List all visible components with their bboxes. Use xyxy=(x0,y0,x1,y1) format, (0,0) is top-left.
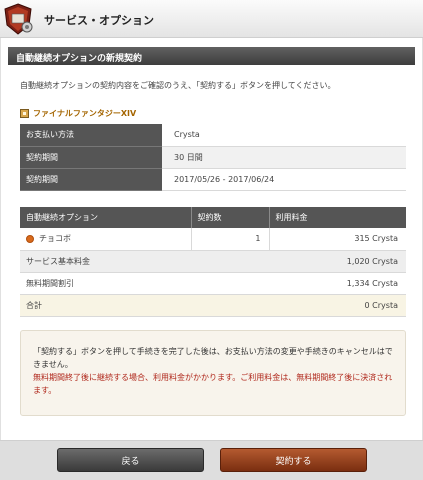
game-title-row: ファイナルファンタジーXIV xyxy=(20,107,136,119)
option-table-header: 自動継続オプション 契約数 利用料金 xyxy=(20,207,406,228)
info-row-period: 契約期間 30 日間 xyxy=(20,146,406,169)
notice-text-cancel: 「契約する」ボタンを押して手続きを完了した後は、お支払い方法の変更や手続きのキャ… xyxy=(33,347,393,369)
contract-button[interactable]: 契約する xyxy=(220,448,367,472)
total-price: 0 Crysta xyxy=(269,294,406,317)
notice-box: 「契約する」ボタンを押して手続きを完了した後は、お支払い方法の変更や手続きのキャ… xyxy=(20,330,406,416)
info-row-payment: お支払い方法 Crysta xyxy=(20,124,406,147)
column-header-count: 契約数 xyxy=(191,207,270,228)
option-row-service-fee: サービス基本料金 1,020 Crysta xyxy=(20,250,406,273)
option-item-price: 315 Crysta xyxy=(269,228,406,251)
option-row-free-deduction: 無料期間割引 1,334 Crysta xyxy=(20,272,406,295)
info-value: Crysta xyxy=(162,124,406,147)
option-table: 自動継続オプション 契約数 利用料金 チョコボ 1 315 Crysta サービ… xyxy=(20,207,406,317)
option-bullet-icon xyxy=(26,234,34,243)
info-value: 2017/05/26 - 2017/06/24 xyxy=(162,168,406,191)
service-crest-icon xyxy=(4,3,33,35)
service-fee-label: サービス基本料金 xyxy=(20,250,269,273)
contract-info-table: お支払い方法 Crysta 契約期間 30 日間 契約期間 2017/05/26… xyxy=(20,124,406,191)
notice-text-fee-warning: 無料期間終了後に継続する場合、利用料金がかかります。ご利用料金は、無料期間終了後… xyxy=(33,373,393,395)
free-deduction-price: 1,334 Crysta xyxy=(269,272,406,295)
info-label: 契約期間 xyxy=(20,146,162,169)
option-item-name: チョコボ xyxy=(39,234,71,244)
back-button[interactable]: 戻る xyxy=(57,448,204,472)
free-deduction-label: 無料期間割引 xyxy=(20,272,269,295)
option-row-total: 合計 0 Crysta xyxy=(20,294,406,317)
intro-text: 自動継続オプションの契約内容をご確認のうえ、「契約する」ボタンを押してください。 xyxy=(20,81,336,90)
option-item-count: 1 xyxy=(190,228,270,251)
service-fee-price: 1,020 Crysta xyxy=(269,250,406,273)
total-label: 合計 xyxy=(20,294,269,317)
column-header-price: 利用料金 xyxy=(269,207,406,228)
info-label: 契約期間 xyxy=(20,168,162,191)
info-row-dates: 契約期間 2017/05/26 - 2017/06/24 xyxy=(20,168,406,191)
info-value: 30 日間 xyxy=(162,146,406,169)
page-header: サービス・オプション xyxy=(0,0,423,38)
game-name: ファイナルファンタジーXIV xyxy=(33,108,137,118)
option-row-item: チョコボ 1 315 Crysta xyxy=(20,228,406,251)
section-title-bar: 自動継続オプションの新規契約 xyxy=(8,47,415,65)
page-title: サービス・オプション xyxy=(44,14,154,27)
info-label: お支払い方法 xyxy=(20,124,162,147)
game-icon xyxy=(20,108,29,118)
column-header-option: 自動継続オプション xyxy=(20,207,192,228)
